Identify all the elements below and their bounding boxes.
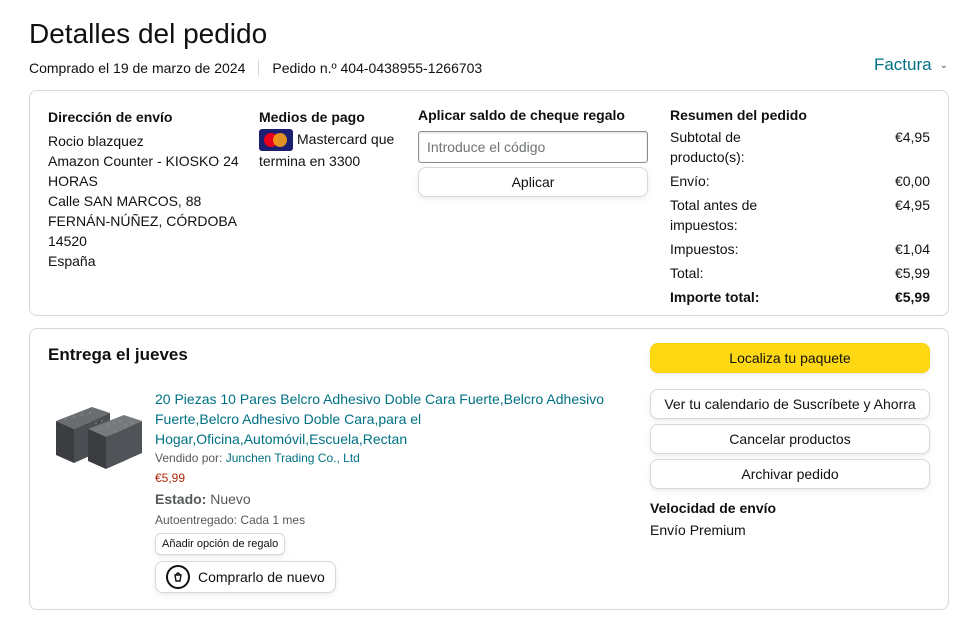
address-line: España [48, 253, 96, 269]
payment-method: Medios de pago Mastercard que termina en… [259, 107, 409, 171]
summary-row: Total antes de impuestos: €4,95 [670, 195, 930, 235]
status-value: Nuevo [210, 491, 251, 507]
autodelivery-text: Autoentregado: Cada 1 mes [155, 513, 306, 527]
address-line: Amazon Counter - KIOSKO 24 HORAS [48, 153, 239, 189]
shipping-speed-title: Velocidad de envío [650, 500, 777, 516]
sold-by-label: Vendido por: [155, 451, 223, 465]
summary-label: Envío: [670, 173, 710, 189]
order-number: Pedido n.º 404-0438955-1266703 [272, 60, 483, 76]
delivery-box: Entrega el jueves 20 Piezas 10 Pares Bel… [29, 328, 949, 610]
product-price: €5,99 [155, 471, 186, 485]
seller-link[interactable]: Junchen Trading Co., Ltd [226, 451, 360, 465]
address-line: 14520 [48, 233, 87, 249]
product-title-link[interactable]: 20 Piezas 10 Pares Belcro Adhesivo Doble… [155, 389, 615, 449]
address-line: Rocio blazquez [48, 133, 144, 149]
grand-total-row: Importe total: €5,99 [670, 287, 930, 307]
apply-button[interactable]: Aplicar [418, 167, 648, 197]
summary-label: Total: [670, 265, 704, 281]
summary-row: Total: €5,99 [670, 263, 930, 283]
archive-order-button[interactable]: Archivar pedido [650, 459, 930, 489]
address-line: Calle SAN MARCOS, 88 [48, 193, 202, 209]
chevron-down-icon: ⌄ [939, 59, 948, 71]
order-info-box: Dirección de envío Rocio blazquez Amazon… [29, 90, 949, 316]
meta-divider [258, 60, 260, 76]
product-image[interactable] [52, 401, 144, 471]
order-actions: Localiza tu paquete Ver tu calendario de… [650, 343, 930, 538]
shipping-title: Dirección de envío [48, 109, 173, 125]
address-line: FERNÁN-NÚÑEZ, CÓRDOBA [48, 213, 238, 229]
delivery-title: Entrega el jueves [48, 345, 188, 364]
status-label: Estado: [155, 491, 207, 507]
sold-by: Vendido por: Junchen Trading Co., Ltd [155, 451, 615, 465]
summary-row: Envío: €0,00 [670, 171, 930, 191]
summary-row: Subtotal de producto(s): €4,95 [670, 127, 930, 167]
summary-label: Subtotal de producto(s): [670, 129, 745, 165]
summary-row: Impuestos: €1,04 [670, 239, 930, 259]
summary-label: Total antes de impuestos: [670, 197, 758, 233]
shipping-address: Dirección de envío Rocio blazquez Amazon… [48, 107, 248, 271]
summary-value: €4,95 [894, 129, 930, 145]
summary-title: Resumen del pedido [670, 107, 807, 123]
grand-total-value: €5,99 [894, 289, 930, 305]
buy-again-icon [166, 565, 190, 589]
gift-card-title: Aplicar saldo de cheque regalo [418, 107, 625, 123]
order-meta: Comprado el 19 de marzo de 2024 Pedido n… [29, 60, 482, 76]
purchase-date: Comprado el 19 de marzo de 2024 [29, 60, 246, 76]
gift-code-input[interactable] [418, 131, 648, 163]
product-status: Estado: Nuevo [155, 491, 615, 507]
track-package-button[interactable]: Localiza tu paquete [650, 343, 930, 373]
gift-card-section: Aplicar saldo de cheque regalo Aplicar [418, 107, 650, 197]
invoice-dropdown[interactable]: Factura ⌄ [874, 55, 948, 75]
add-gift-option-button[interactable]: Añadir opción de regalo [155, 533, 286, 555]
payment-title: Medios de pago [259, 109, 365, 125]
shipping-speed-value: Envío Premium [650, 522, 746, 538]
cancel-items-button[interactable]: Cancelar productos [650, 424, 930, 454]
summary-value: €0,00 [894, 173, 930, 189]
shipping-speed: Velocidad de envío Envío Premium [650, 500, 930, 538]
payment-card: Mastercard que termina en 3300 [259, 129, 409, 171]
grand-total-label: Importe total: [670, 289, 760, 305]
order-summary: Resumen del pedido Subtotal de producto(… [670, 107, 930, 311]
summary-value: €1,04 [894, 241, 930, 257]
summary-label: Impuestos: [670, 241, 739, 257]
page-title: Detalles del pedido [29, 18, 268, 49]
product-details: 20 Piezas 10 Pares Belcro Adhesivo Doble… [155, 389, 615, 593]
summary-value: €4,95 [894, 197, 930, 213]
buy-again-button[interactable]: Comprarlo de nuevo [155, 561, 336, 593]
subscribe-calendar-button[interactable]: Ver tu calendario de Suscríbete y Ahorra [650, 389, 930, 419]
buy-again-label: Comprarlo de nuevo [198, 569, 325, 585]
summary-value: €5,99 [894, 265, 930, 281]
mastercard-icon [259, 129, 293, 152]
invoice-label: Factura [873, 55, 932, 74]
